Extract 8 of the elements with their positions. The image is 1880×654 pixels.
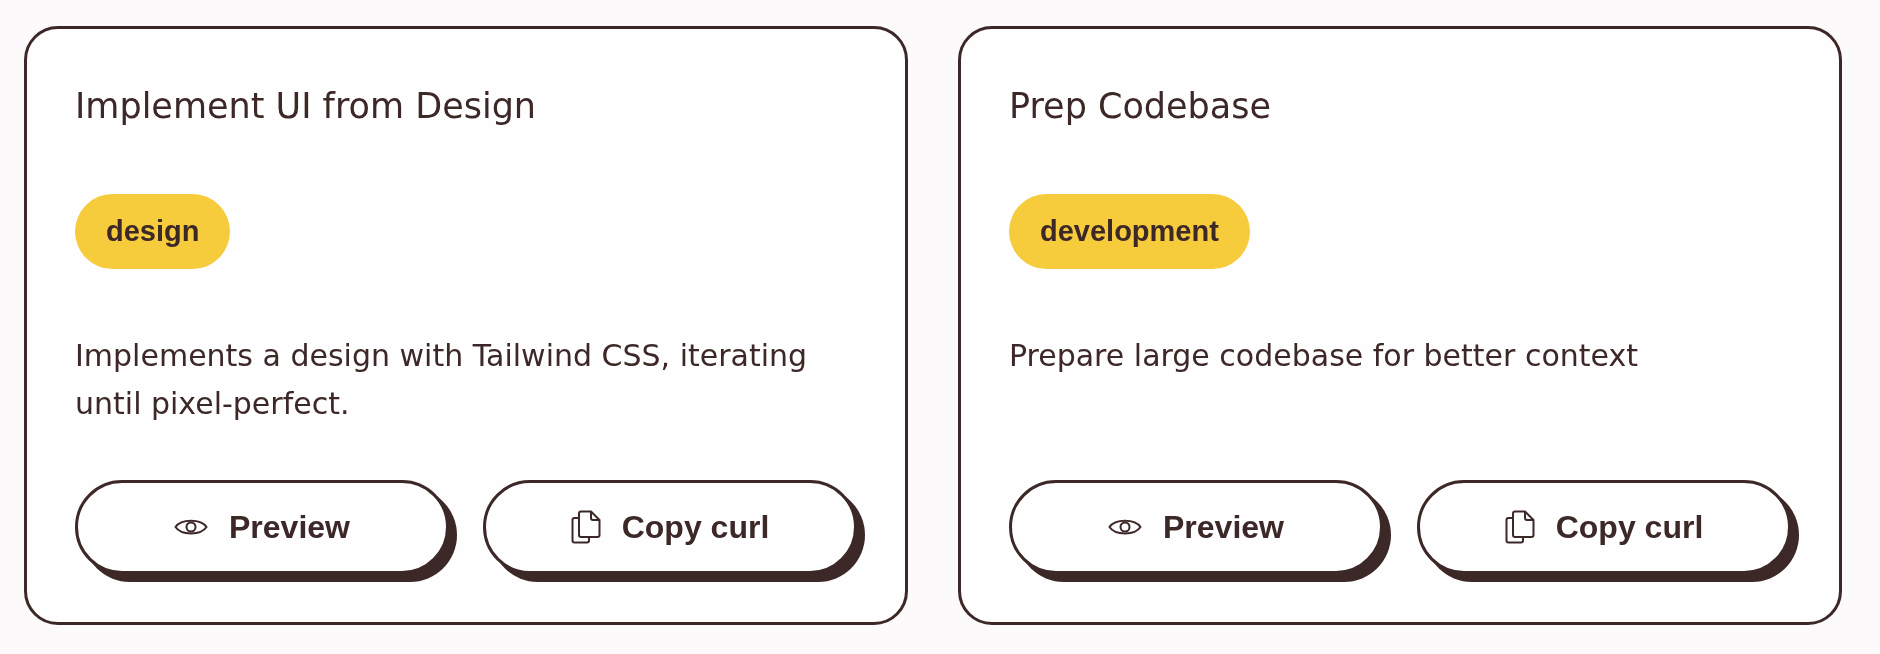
copy-icon bbox=[1504, 510, 1535, 544]
card-title: Implement UI from Design bbox=[75, 85, 538, 127]
card-description: Implements a design with Tailwind CSS, iterating until pixel-perfect. bbox=[75, 337, 809, 423]
tag-label: design bbox=[75, 194, 231, 269]
copy-icon bbox=[570, 510, 601, 544]
tag-label: development bbox=[1009, 194, 1250, 269]
card-description: Prepare large codebase for better context bbox=[1009, 337, 1639, 375]
card-title: Prep Codebase bbox=[1009, 85, 1273, 127]
